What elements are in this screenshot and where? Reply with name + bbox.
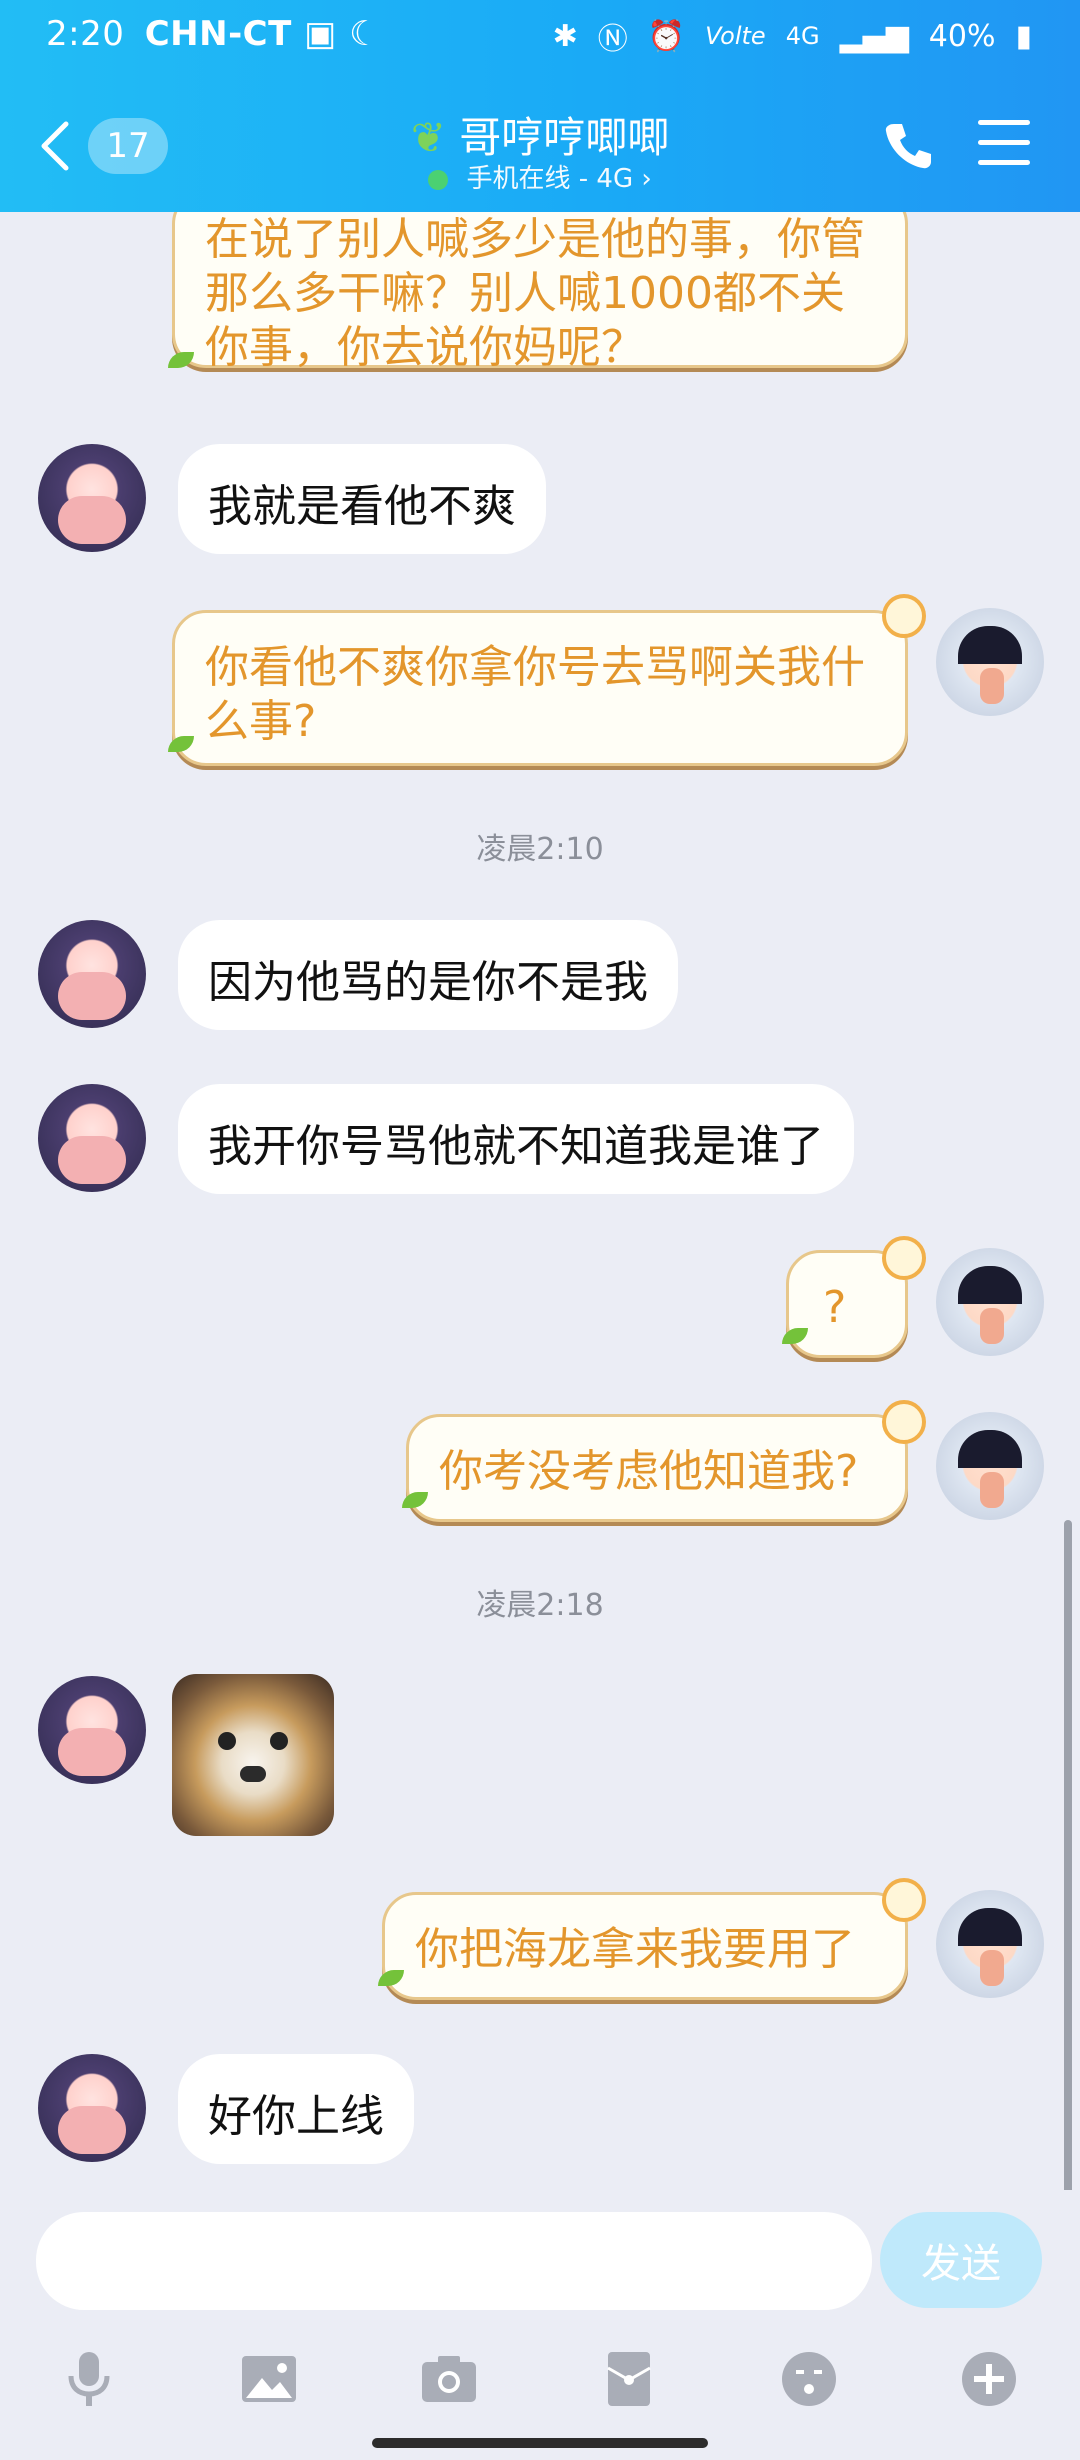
red-packet-button[interactable]	[598, 2348, 660, 2410]
voice-button[interactable]	[58, 2348, 120, 2410]
composer-toolbar	[0, 2340, 1080, 2430]
microphone-icon	[68, 2352, 110, 2406]
message-bubble-received[interactable]: 我就是看他不爽	[178, 444, 546, 554]
message-input[interactable]	[36, 2212, 872, 2310]
message-text: 你考没考虑他知道我?	[439, 1446, 859, 1497]
status-time: 2:20	[46, 14, 125, 54]
message-text: ?	[823, 1282, 847, 1333]
message-bubble-sent[interactable]: 你看他不爽你拿你号去骂啊关我什么事?	[172, 610, 908, 766]
contact-avatar[interactable]	[38, 444, 146, 552]
home-indicator[interactable]	[372, 2438, 708, 2448]
message-text: 你把海龙拿来我要用了	[415, 1924, 855, 1975]
menu-line-icon	[978, 140, 1030, 145]
contact-avatar[interactable]	[38, 1676, 146, 1784]
app-header: 2:20 CHN-CT ▣ ☾ ✱ Ⓝ ⏰ Volte 4G ▂▄▆ 40% ▮…	[0, 0, 1080, 212]
sun-decoration-icon	[882, 594, 926, 638]
online-status-text: 手机在线 - 4G	[466, 164, 634, 194]
phone-call-button[interactable]	[880, 118, 936, 174]
chat-scrollbar[interactable]	[1064, 1520, 1072, 2200]
chevron-right-icon: ›	[641, 164, 652, 194]
status-bar: 2:20 CHN-CT ▣ ☾ ✱ Ⓝ ⏰ Volte 4G ▂▄▆ 40% ▮	[0, 0, 1080, 76]
message-list[interactable]: 在说了别人喊多少是他的事，你管那么多干嘛？别人喊1000都不关你事，你去说你妈呢…	[0, 212, 1080, 2212]
composer-area: 发送	[0, 2190, 1080, 2430]
message-text: 我开你号骂他就不知道我是谁了	[208, 1121, 824, 1172]
message-bubble-received[interactable]: 我开你号骂他就不知道我是谁了	[178, 1084, 854, 1194]
emoji-icon	[782, 2352, 836, 2406]
status-left: 2:20 CHN-CT ▣ ☾	[46, 14, 380, 54]
timestamp: 凌晨2:18	[476, 1588, 604, 1623]
message-bubble-received[interactable]: 因为他骂的是你不是我	[178, 920, 678, 1030]
contact-avatar[interactable]	[38, 1084, 146, 1192]
chat-nav-bar: 17 ❦ 哥哼哼唧唧 手机在线 - 4G ›	[0, 98, 1080, 208]
message-text: 你看他不爽你拿你号去骂啊关我什么事?	[205, 642, 865, 747]
sun-decoration-icon	[882, 1878, 926, 1922]
my-avatar[interactable]	[936, 1412, 1044, 1520]
message-text: 我就是看他不爽	[208, 481, 516, 532]
my-avatar[interactable]	[936, 1890, 1044, 1998]
plus-icon	[962, 2352, 1016, 2406]
timestamp: 凌晨2:10	[476, 832, 604, 867]
signal-icon: ▂▄▆	[839, 18, 909, 54]
my-avatar[interactable]	[936, 1248, 1044, 1356]
photo-button[interactable]	[238, 2348, 300, 2410]
chat-title-text: 哥哼哼唧唧	[459, 113, 670, 162]
message-text: 因为他骂的是你不是我	[208, 957, 648, 1008]
my-avatar[interactable]	[936, 608, 1044, 716]
message-bubble-sent[interactable]: 你考没考虑他知道我?	[406, 1414, 908, 1522]
phone-icon	[885, 124, 931, 169]
sprout-icon: ❦	[410, 113, 446, 162]
online-dot-icon	[428, 169, 449, 190]
menu-line-icon	[978, 160, 1030, 165]
camera-icon	[422, 2356, 476, 2402]
contact-avatar[interactable]	[38, 920, 146, 1028]
alarm-icon: ⏰	[647, 18, 686, 54]
nfc-icon: Ⓝ	[597, 22, 628, 57]
camera-button[interactable]	[418, 2348, 480, 2410]
emoji-button[interactable]	[778, 2348, 840, 2410]
message-bubble-sent[interactable]: 你把海龙拿来我要用了	[382, 1892, 908, 2000]
send-button[interactable]: 发送	[880, 2212, 1042, 2308]
gallery-notification-icon: ▣	[304, 14, 337, 54]
doge-sticker-image[interactable]	[172, 1674, 334, 1836]
sun-decoration-icon	[882, 1236, 926, 1280]
4g-icon: 4G	[785, 22, 820, 50]
message-text: 好你上线	[208, 2091, 384, 2142]
sun-decoration-icon	[882, 1400, 926, 1444]
moon-icon: ☾	[349, 14, 381, 54]
battery-percent: 40%	[928, 18, 996, 54]
status-carrier: CHN-CT	[144, 14, 292, 54]
menu-line-icon	[978, 120, 1030, 125]
image-icon	[242, 2356, 296, 2402]
battery-icon: ▮	[1015, 18, 1032, 54]
message-text: 在说了别人喊多少是他的事，你管那么多干嘛？别人喊1000都不关你事，你去说你妈呢…	[205, 214, 865, 373]
status-right: ✱ Ⓝ ⏰ Volte 4G ▂▄▆ 40% ▮	[553, 14, 1032, 58]
red-packet-icon	[607, 2352, 651, 2406]
volte-icon: Volte	[705, 22, 766, 50]
contact-avatar[interactable]	[38, 2054, 146, 2162]
menu-button[interactable]	[978, 120, 1030, 168]
bluetooth-icon: ✱	[552, 18, 578, 54]
more-button[interactable]	[958, 2348, 1020, 2410]
message-bubble-received[interactable]: 好你上线	[178, 2054, 414, 2164]
message-bubble-sent[interactable]: 在说了别人喊多少是他的事，你管那么多干嘛？别人喊1000都不关你事，你去说你妈呢…	[172, 212, 908, 373]
leaf-decoration-icon	[168, 352, 194, 368]
